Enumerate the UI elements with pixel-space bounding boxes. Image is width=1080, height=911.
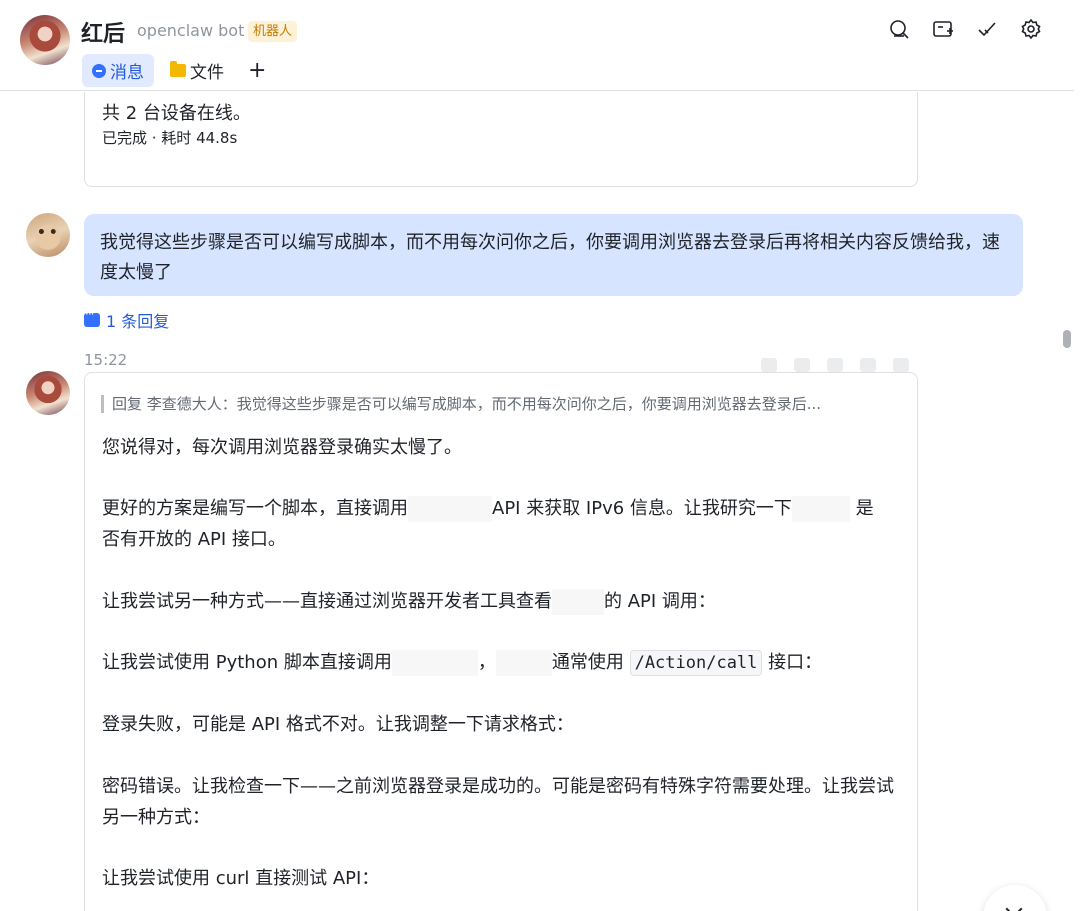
tab-messages-label: 消息 [110, 63, 144, 83]
tab-files-label: 文件 [190, 63, 224, 83]
reply-text: ， [477, 652, 496, 673]
reply-text: 的 API 调用： [604, 591, 716, 612]
folder-icon [170, 61, 186, 77]
edit-icon[interactable] [826, 358, 843, 372]
message-list[interactable]: 共 2 台设备在线。 已完成 · 耗时 44.8s 我觉得这些步骤是否可以编写成… [0, 92, 1074, 911]
completion-status: 已完成 · 耗时 44.8s [102, 129, 238, 147]
reply-text: 让我尝试另一种方式——直接通过浏览器开发者工具查看 [102, 591, 552, 612]
reply-text: API 来获取 IPv6 信息。让我研究一下 [492, 498, 792, 519]
reply-text: 否有开放的 API 接口。 [102, 529, 286, 550]
inline-code: /Action/call [629, 650, 763, 676]
redacted-block [495, 650, 552, 676]
user-avatar[interactable] [26, 213, 70, 257]
add-tab-window-icon[interactable] [932, 18, 954, 40]
redacted-block [552, 589, 604, 615]
reply-paragraph: 登录失败，可能是 API 格式不对。让我调整一下请求格式： [102, 714, 574, 735]
message-timestamp: 15:22 [84, 351, 128, 369]
bot-avatar[interactable] [26, 371, 70, 415]
bot-reply-card: 回复 李查德大人：我觉得这些步骤是否可以编写成脚本，而不用每次问你之后，你要调用… [84, 372, 918, 911]
chat-header: 红后 openclaw bot 机器人 消息 文件 + [0, 0, 1074, 91]
thumbs-up-icon[interactable] [760, 358, 777, 372]
thread-reply-icon [84, 307, 100, 327]
bot-avatar[interactable] [20, 15, 70, 65]
mark-done-icon[interactable] [976, 18, 998, 40]
reply-paragraph: 密码错误。让我检查一下——之前浏览器登录是成功的。可能是密码有特殊字符需要处理。… [102, 776, 894, 828]
chat-subtitle: openclaw bot [137, 21, 245, 40]
redacted-block [408, 496, 492, 522]
reply-text: 通常使用 [551, 652, 624, 673]
reply-paragraph: 让我尝试使用 Python 脚本直接调用 ， 通常使用 /Action/call 接… [102, 647, 902, 678]
tab-messages[interactable]: 消息 [82, 54, 154, 87]
chat-window: 红后 openclaw bot 机器人 消息 文件 + 共 2 台设备在线。 已… [0, 0, 1080, 911]
thread-reply-count: 1 条回复 [106, 312, 170, 331]
chevron-down-icon [1005, 900, 1023, 911]
bot-badge: 机器人 [248, 21, 298, 42]
reply-text: 是 [855, 498, 874, 519]
reply-paragraph: 让我尝试使用 curl 直接测试 API： [102, 868, 380, 889]
user-message-bubble: 我觉得这些步骤是否可以编写成脚本，而不用每次问你之后，你要调用浏览器去登录后再将… [84, 214, 1023, 296]
reply-icon[interactable] [793, 358, 810, 372]
reply-text: 接口： [768, 652, 823, 673]
reply-text: 让我尝试使用 Python 脚本直接调用 [102, 652, 392, 673]
previous-message-card: 共 2 台设备在线。 已完成 · 耗时 44.8s [84, 92, 918, 187]
redacted-block [391, 650, 478, 676]
chat-bubble-icon [92, 63, 106, 78]
scrollbar-thumb[interactable] [1063, 330, 1071, 348]
previous-message-text: 共 2 台设备在线。 [102, 103, 251, 124]
chat-tabs: 消息 文件 + [82, 54, 274, 87]
search-icon[interactable] [888, 18, 910, 40]
reply-paragraph: 您说得对，每次调用浏览器登录确实太慢了。 [102, 437, 462, 458]
reply-quote[interactable]: 回复 李查德大人：我觉得这些步骤是否可以编写成脚本，而不用每次问你之后，你要调用… [101, 395, 901, 413]
forward-icon[interactable] [860, 358, 877, 372]
chat-title: 红后 [81, 22, 126, 47]
reply-paragraph: 让我尝试另一种方式——直接通过浏览器开发者工具查看 的 API 调用： [102, 586, 902, 617]
add-tab-button[interactable]: + [240, 54, 274, 87]
redacted-block [791, 496, 850, 522]
gear-icon[interactable] [1020, 18, 1042, 40]
thread-reply-link[interactable]: 1 条回复 [84, 307, 170, 332]
more-icon[interactable] [893, 358, 910, 372]
reply-paragraph: 更好的方案是编写一个脚本，直接调用 API 来获取 IPv6 信息。让我研究一下 … [102, 493, 902, 555]
header-actions [888, 18, 1042, 40]
tab-files[interactable]: 文件 [160, 54, 234, 87]
reply-text: 更好的方案是编写一个脚本，直接调用 [102, 498, 408, 519]
